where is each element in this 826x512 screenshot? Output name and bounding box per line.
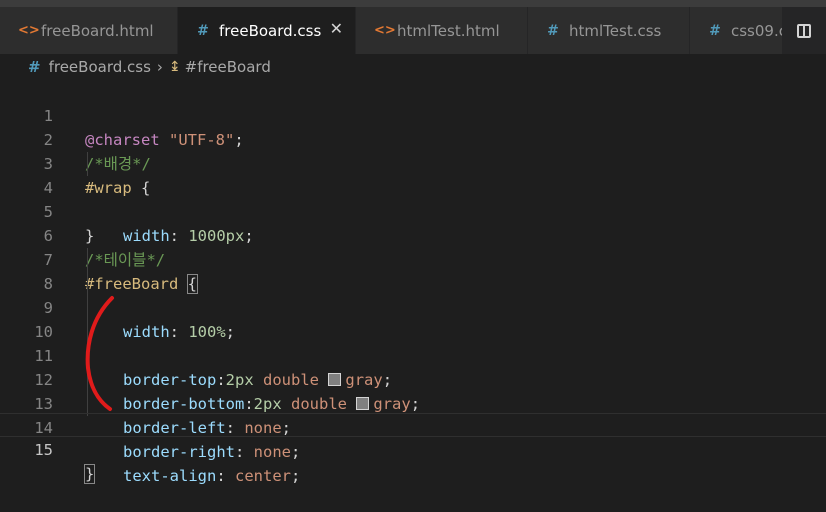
code-line: 9 <box>0 272 826 317</box>
code-line: 4 width: 1000px; <box>0 152 826 245</box>
breadcrumb: # freeBoard.css › ↨ #freeBoard <box>0 54 826 80</box>
code-line: 2 /*배경*/ <box>0 104 826 173</box>
indent-guide <box>87 344 88 368</box>
code-line: 5 } <box>0 176 826 245</box>
matched-brace: } <box>83 464 96 484</box>
colon: : <box>216 467 235 485</box>
title-bar-strip <box>0 0 826 7</box>
tab-css09[interactable]: # css09.c <box>690 7 790 54</box>
breadcrumb-symbol[interactable]: #freeBoard <box>185 58 271 76</box>
close-icon[interactable]: ✕ <box>330 19 343 38</box>
tab-label: htmlTest.html <box>397 21 500 40</box>
value: center <box>235 467 291 485</box>
code-line: 8 width: 100%; <box>0 248 826 341</box>
css-file-icon: # <box>709 22 721 39</box>
breadcrumb-file[interactable]: freeBoard.css <box>49 58 151 76</box>
code-line: 13 border-right: none; <box>0 368 826 461</box>
code-line: 6 /*테이블*/ <box>0 200 826 269</box>
code-line: 10 border-top:2px double gray; <box>0 296 826 389</box>
split-editor-button[interactable] <box>782 7 826 54</box>
property: text-align <box>123 467 217 485</box>
code-editor[interactable]: 1 @charset "UTF-8"; 2 /*배경*/ 3 #wrap { 4… <box>0 80 826 501</box>
tab-htmltest-css[interactable]: # htmlTest.css <box>528 7 690 54</box>
indent-guide <box>87 296 88 320</box>
tab-label: css09.c <box>731 21 787 40</box>
tab-htmltest-html[interactable]: <> htmlTest.html <box>356 7 528 54</box>
tab-label: freeBoard.css <box>219 21 322 40</box>
code-line: 3 #wrap { <box>0 128 826 197</box>
indent-guide <box>87 368 88 392</box>
tab-freeboard-html[interactable]: <> freeBoard.html <box>0 7 178 54</box>
chevron-right-icon: › <box>156 58 163 76</box>
html-file-icon: <> <box>374 23 396 38</box>
indent-guide <box>87 272 88 296</box>
indent-guide <box>87 320 88 344</box>
css-file-icon: # <box>197 22 209 39</box>
editor-tab-bar: <> freeBoard.html # freeBoard.css ✕ <> h… <box>0 7 826 54</box>
code-line-current: 15 } <box>0 413 826 484</box>
tab-label: freeBoard.html <box>41 21 154 40</box>
css-file-icon: # <box>547 22 559 39</box>
property: border-right <box>123 443 235 461</box>
semicolon: ; <box>290 443 301 461</box>
tab-label: htmlTest.css <box>569 21 662 40</box>
semicolon: ; <box>291 467 301 485</box>
indent-guide <box>87 248 88 272</box>
selector-symbol-icon: ↨ <box>168 59 181 75</box>
code-line: 1 @charset "UTF-8"; <box>0 80 826 149</box>
indent-guide <box>87 152 88 176</box>
css-file-icon: # <box>28 58 41 76</box>
html-file-icon: <> <box>18 23 40 38</box>
tab-freeboard-css[interactable]: # freeBoard.css ✕ <box>178 7 356 54</box>
split-editor-icon <box>797 23 811 38</box>
colon: : <box>234 443 254 461</box>
code-line: 12 border-left: none; <box>0 344 826 437</box>
line-number: 15 <box>34 441 53 459</box>
code-line: 7 #freeBoard { <box>0 224 826 294</box>
value: none <box>253 443 291 461</box>
code-line: 11 border-bottom:2px double gray; <box>0 320 826 413</box>
